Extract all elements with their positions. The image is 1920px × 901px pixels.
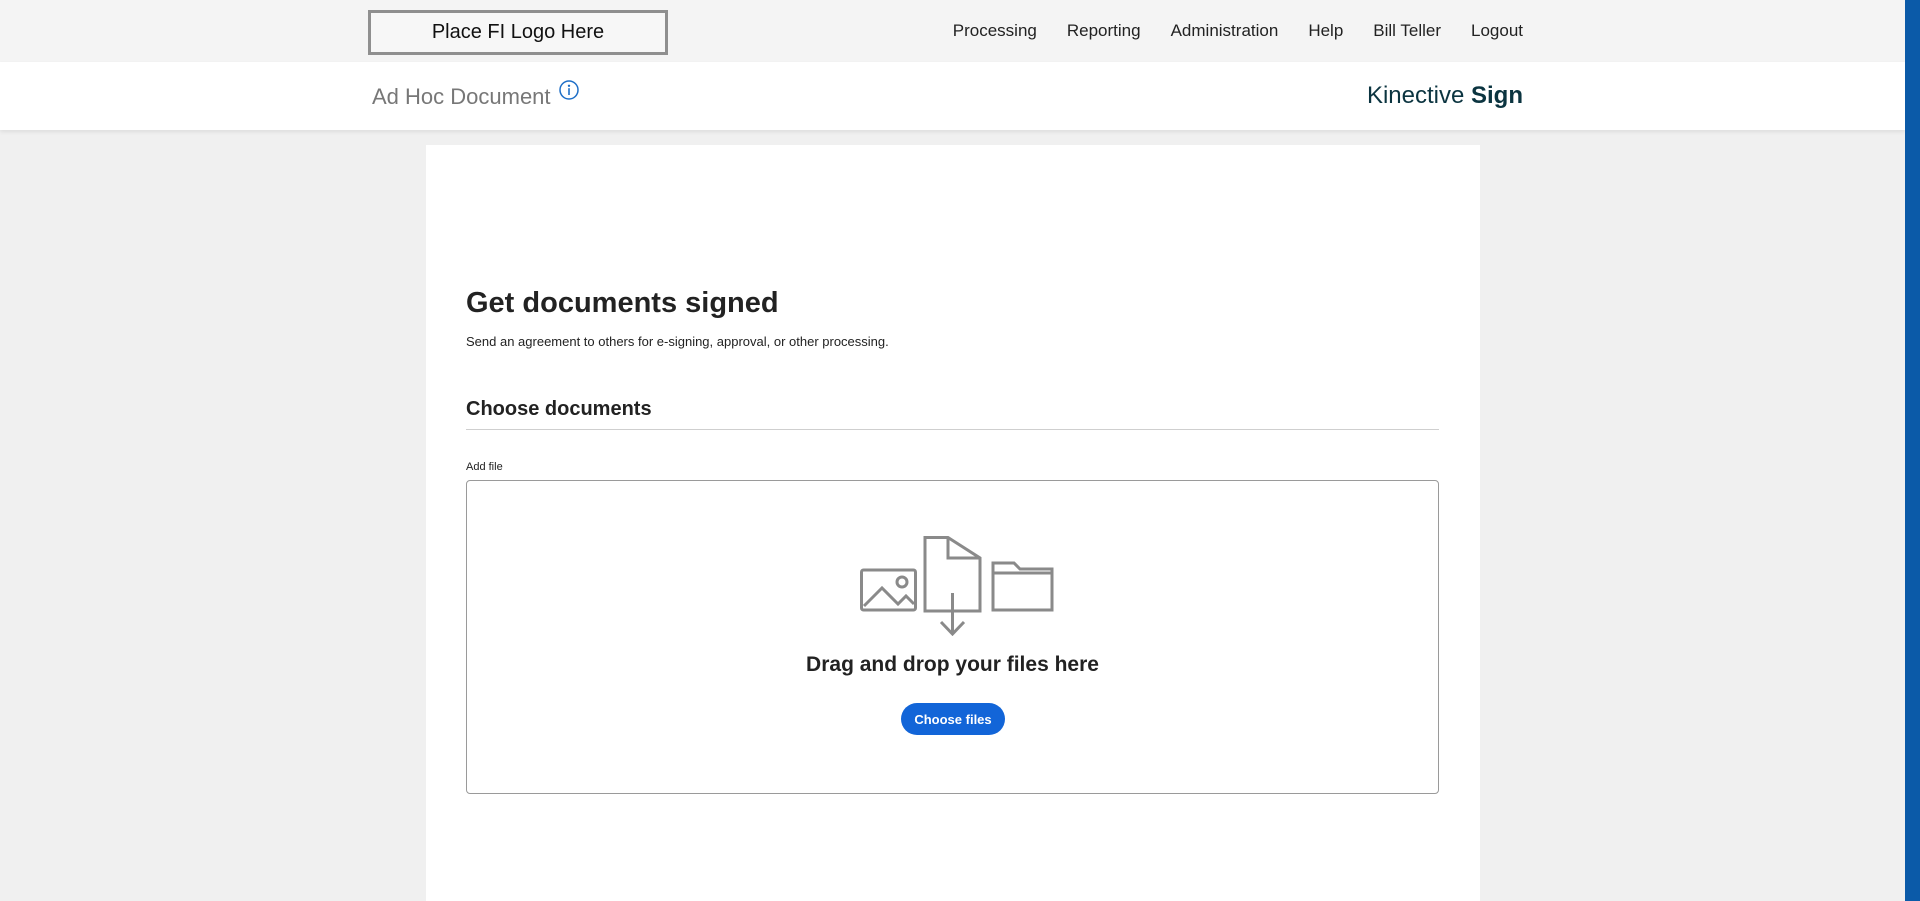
sub-header: Ad Hoc Document Kinective Sign: [0, 62, 1905, 130]
brand-bold: Sign: [1471, 82, 1523, 109]
fi-logo-placeholder[interactable]: Place FI Logo Here: [368, 10, 668, 55]
file-dropzone[interactable]: Drag and drop your files here Choose fil…: [466, 480, 1439, 794]
nav-help[interactable]: Help: [1308, 21, 1343, 41]
info-circle-icon[interactable]: [558, 79, 580, 101]
image-icon: [860, 568, 917, 612]
section-title: Choose documents: [466, 398, 652, 420]
drop-instructions: Drag and drop your files here: [806, 653, 1099, 676]
main-card: Get documents signed Send an agreement t…: [426, 145, 1480, 901]
brand-logo: Kinective Sign: [1367, 82, 1523, 110]
folder-icon: [991, 561, 1054, 612]
page-title: Ad Hoc Document: [372, 84, 551, 109]
scrollbar[interactable]: [1905, 0, 1920, 901]
main-heading: Get documents signed: [466, 287, 779, 319]
top-navigation: Processing Reporting Administration Help…: [953, 0, 1523, 62]
add-file-label: Add file: [466, 461, 503, 473]
choose-files-button[interactable]: Choose files: [901, 703, 1005, 735]
top-bar: Place FI Logo Here Processing Reporting …: [0, 0, 1905, 62]
nav-user-name[interactable]: Bill Teller: [1373, 21, 1441, 41]
nav-reporting[interactable]: Reporting: [1067, 21, 1141, 41]
nav-logout[interactable]: Logout: [1471, 21, 1523, 41]
nav-processing[interactable]: Processing: [953, 21, 1037, 41]
main-subtitle: Send an agreement to others for e-signin…: [466, 334, 889, 349]
brand-prefix: Kinective: [1366, 82, 1465, 109]
drop-illustration: [860, 536, 1054, 636]
document-download-icon: [923, 536, 982, 636]
nav-administration[interactable]: Administration: [1171, 21, 1279, 41]
section-divider: [466, 429, 1439, 430]
